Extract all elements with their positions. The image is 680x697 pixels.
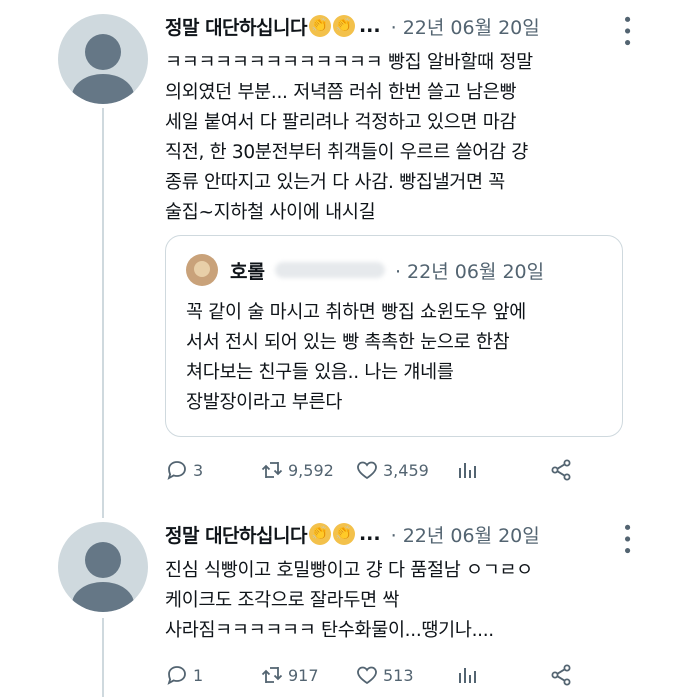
more-dots-icon[interactable]: ••• (616, 14, 637, 49)
share-button[interactable] (549, 458, 573, 482)
share-icon (551, 459, 571, 481)
quote-line: 쳐다보는 친구들 있음.. 나는 걔네를 (186, 362, 454, 383)
retweet-button[interactable]: 917 (260, 663, 319, 687)
reply-icon (167, 461, 186, 480)
thread-connector (102, 618, 104, 697)
like-count: 3,459 (383, 460, 429, 480)
share-icon (551, 664, 571, 686)
author-name[interactable]: 정말 대단하십니다 (165, 13, 307, 40)
retweet-button[interactable]: 9,592 (260, 458, 334, 482)
quote-avatar (186, 254, 218, 286)
retweet-count: 9,592 (288, 460, 334, 480)
analytics-button[interactable] (455, 458, 479, 482)
tweet-text: ㅋㅋㅋㅋㅋㅋㅋㅋㅋㅋㅋㅋㅋ 빵집 알바할때 정말 의외였던 부분... 저녁쯤 … (165, 48, 625, 228)
retweet-icon (261, 667, 283, 683)
tweet-line: 의외였던 부분... 저녁쯤 러쉬 한번 쓸고 남은빵 (165, 82, 517, 103)
tweet-line: 사라짐ㅋㅋㅋㅋㅋㅋ 탄수화물이...땡기나.... (165, 620, 494, 641)
analytics-button[interactable] (455, 663, 479, 687)
tweet-actions: 1 917 513 (165, 660, 585, 690)
tweet-line: ㅋㅋㅋㅋㅋㅋㅋㅋㅋㅋㅋㅋㅋ 빵집 알바할때 정말 (165, 52, 533, 73)
like-button[interactable]: 3,459 (355, 458, 429, 482)
quoted-tweet[interactable]: 호롤 · 22년 06월 20일 꼭 같이 술 마시고 취하면 빵집 쇼윈도우 … (165, 235, 623, 437)
reply-icon (167, 666, 186, 685)
analytics-icon (459, 668, 476, 683)
heart-icon (357, 666, 377, 685)
clap-emoji: 👏 (308, 15, 331, 37)
blurred-handle (274, 262, 385, 278)
more-dots-icon[interactable]: ••• (616, 522, 637, 557)
tweet-text: 진심 식빵이고 호밀빵이고 걍 다 품절남 ㅇㄱㄹㅇ 케이크도 조각으로 잘라두… (165, 556, 625, 646)
tweet-line: 직전, 한 30분전부터 취객들이 우르르 쓸어감 걍 (165, 142, 528, 163)
author-name[interactable]: 정말 대단하십니다 (165, 521, 307, 548)
quote-author: 호롤 (230, 260, 265, 283)
tweet-line: 진심 식빵이고 호밀빵이고 걍 다 품절남 ㅇㄱㄹㅇ (165, 560, 533, 581)
avatar[interactable] (58, 522, 148, 612)
retweet-count: 917 (288, 665, 319, 685)
tweet: 정말 대단하십니다 👏 👏 ... · 22년 06월 20일 ••• 진심 식… (165, 520, 637, 646)
like-button[interactable]: 513 (355, 663, 414, 687)
tweet-line: 술집~지하철 사이에 내시길 (165, 202, 376, 223)
thread-connector (102, 108, 104, 518)
reply-button[interactable]: 3 (165, 458, 203, 482)
quote-date: · 22년 06월 20일 (394, 260, 545, 283)
tweet-actions: 3 9,592 3,459 (165, 455, 585, 485)
tweet-line: 세일 붙여서 다 팔리려나 걱정하고 있으면 마감 (165, 112, 517, 133)
clap-emoji: 👏 (332, 15, 355, 37)
quote-header: 호롤 · 22년 06월 20일 (186, 254, 544, 286)
like-count: 513 (383, 665, 414, 685)
tweet-date[interactable]: · 22년 06월 20일 (391, 521, 540, 548)
retweet-icon (261, 462, 283, 478)
heart-icon (357, 461, 377, 480)
quote-line: 장발장이라고 부른다 (186, 392, 343, 413)
clap-emoji: 👏 (308, 523, 331, 545)
reply-count: 1 (193, 665, 204, 685)
tweet-line: 케이크도 조각으로 잘라두면 싹 (165, 590, 400, 611)
tweet-line: 종류 안따지고 있는거 다 사감. 빵집낼거면 꼭 (165, 172, 506, 193)
reply-button[interactable]: 1 (165, 663, 203, 687)
clap-emoji: 👏 (332, 523, 355, 545)
name-ellipsis: ... (358, 523, 381, 545)
tweet-header: 정말 대단하십니다 👏 👏 ... · 22년 06월 20일 (165, 12, 625, 40)
name-ellipsis: ... (358, 15, 381, 37)
quote-line: 서서 전시 되어 있는 빵 촉촉한 눈으로 한참 (186, 332, 510, 353)
tweet-header: 정말 대단하십니다 👏 👏 ... · 22년 06월 20일 (165, 520, 625, 548)
tweet-date[interactable]: · 22년 06월 20일 (391, 13, 540, 40)
reply-count: 3 (193, 460, 204, 480)
share-button[interactable] (549, 663, 573, 687)
avatar[interactable] (58, 14, 148, 104)
analytics-icon (459, 463, 476, 478)
tweet: 정말 대단하십니다 👏 👏 ... · 22년 06월 20일 ••• ㅋㅋㅋㅋ… (165, 12, 637, 228)
quote-line: 꼭 같이 술 마시고 취하면 빵집 쇼윈도우 앞에 (186, 302, 527, 323)
quote-text: 꼭 같이 술 마시고 취하면 빵집 쇼윈도우 앞에 서서 전시 되어 있는 빵 … (186, 298, 526, 418)
